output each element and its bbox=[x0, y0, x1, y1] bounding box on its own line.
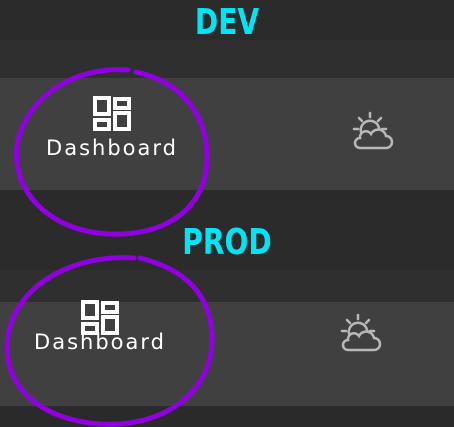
weather-icon[interactable] bbox=[350, 110, 396, 156]
spacer-band bbox=[0, 270, 454, 302]
spacer-band bbox=[0, 40, 454, 78]
dashboard-tile-dev[interactable]: Dashboard bbox=[40, 96, 184, 160]
spacer-band bbox=[0, 406, 454, 427]
weather-icon[interactable] bbox=[338, 312, 384, 358]
dashboard-label: Dashboard bbox=[46, 136, 178, 160]
dashboard-tile-prod[interactable]: Dashboard bbox=[28, 300, 172, 354]
app-canvas: DEV Dashboard PROD Dashboard bbox=[0, 0, 454, 427]
dashboard-icon bbox=[93, 96, 131, 132]
section-title-prod: PROD bbox=[182, 222, 272, 263]
section-title-dev: DEV bbox=[194, 2, 260, 43]
spacer-band bbox=[0, 190, 454, 200]
dashboard-label: Dashboard bbox=[34, 330, 166, 354]
